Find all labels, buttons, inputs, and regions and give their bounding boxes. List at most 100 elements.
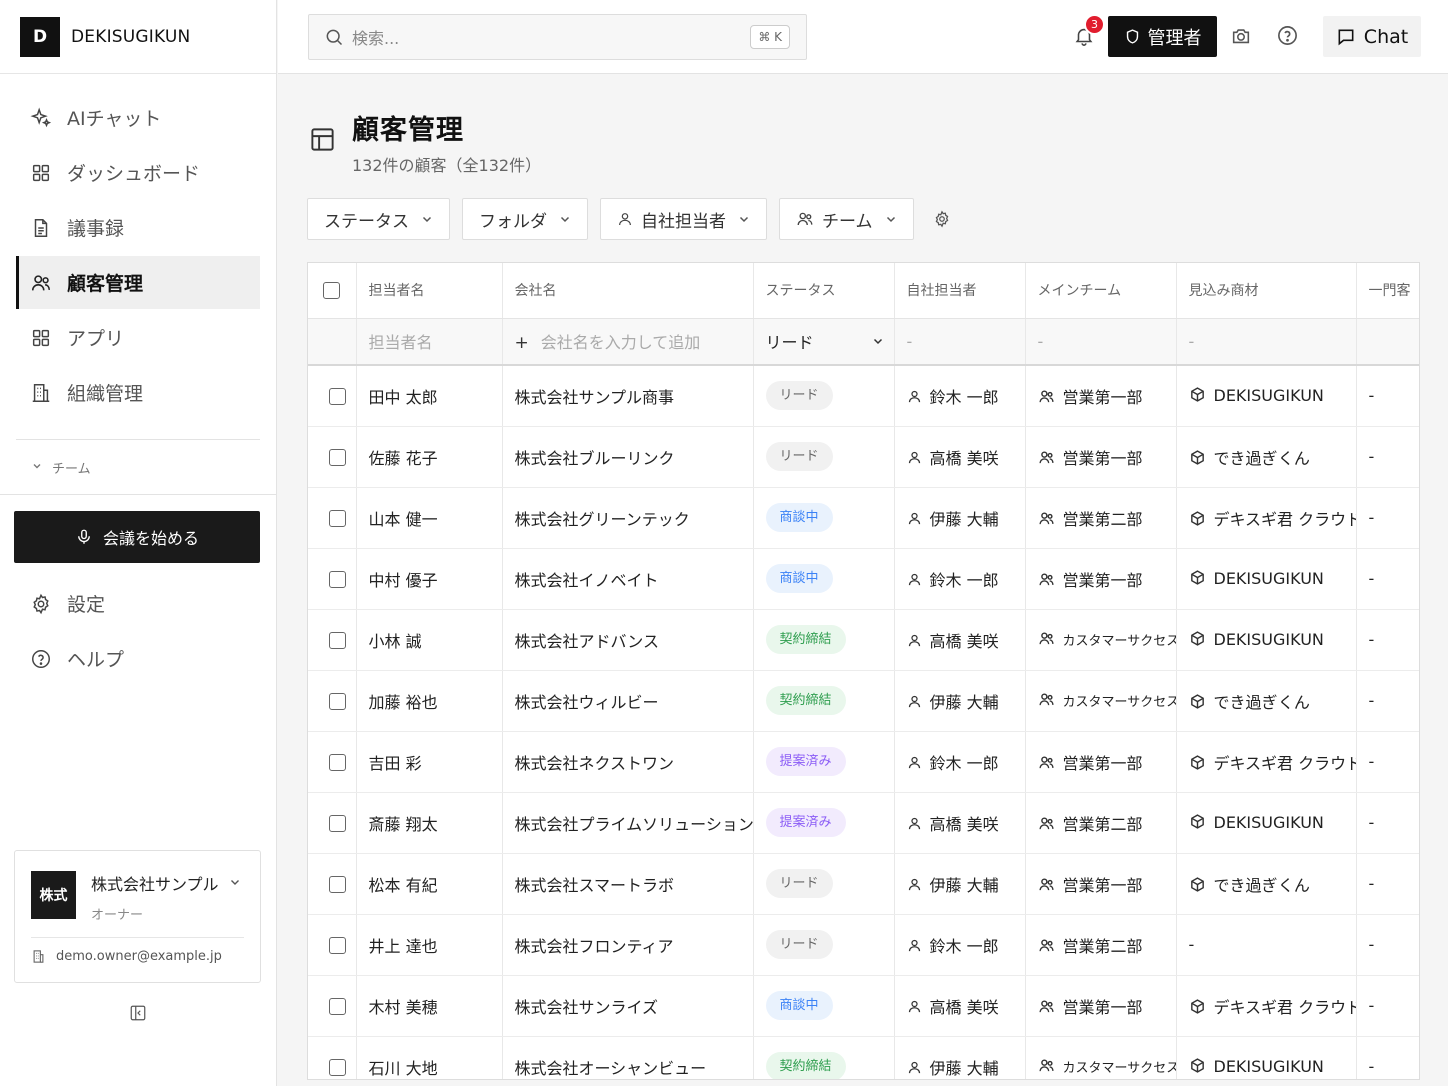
name-input[interactable]: 担当者名: [356, 318, 503, 366]
sidebar-item-help[interactable]: ヘルプ: [16, 632, 260, 685]
column-header-status[interactable]: ステータス: [753, 263, 895, 319]
help-button[interactable]: [1276, 24, 1299, 47]
sidebar-item-minutes[interactable]: 議事録: [16, 201, 260, 254]
column-header-product[interactable]: 見込み商材: [1176, 263, 1357, 319]
company-cell[interactable]: 株式会社ウィルビー: [502, 670, 754, 732]
name-cell[interactable]: 松本 有紀: [356, 853, 503, 915]
company-cell[interactable]: 株式会社プライムソリューション: [502, 792, 754, 854]
name-cell[interactable]: 吉田 彩: [356, 731, 503, 793]
users-icon: [1038, 998, 1055, 1015]
name-cell[interactable]: 田中 太郎: [356, 365, 503, 427]
status-badge[interactable]: リード: [765, 381, 833, 411]
sidebar-item-apps[interactable]: アプリ: [16, 311, 260, 364]
name-cell[interactable]: 小林 誠: [356, 609, 503, 671]
table-row[interactable]: 石川 大地 株式会社オーシャンビュー 契約締結 伊藤 大輔 カスタマーサクセス DEKIS…: [308, 1036, 1419, 1079]
organization-switcher[interactable]: 株式 株式会社サンプル オーナー demo.owner@example.jp: [14, 850, 261, 983]
table-row[interactable]: 佐藤 花子 株式会社ブルーリンク リード 高橋 美咲 営業第一部 でき過ぎくん -: [308, 426, 1419, 488]
row-checkbox[interactable]: [329, 632, 347, 649]
sidebar-item-dashboard[interactable]: ダッシュボード: [16, 146, 260, 199]
admin-button[interactable]: 管理者: [1108, 16, 1217, 57]
column-header-name[interactable]: 担当者名: [356, 263, 503, 319]
chat-button[interactable]: Chat: [1323, 16, 1421, 57]
row-checkbox[interactable]: [329, 510, 347, 527]
column-settings-button[interactable]: [933, 210, 951, 228]
name-cell[interactable]: 斎藤 翔太: [356, 792, 503, 854]
row-checkbox[interactable]: [329, 998, 347, 1015]
team-section-toggle[interactable]: チーム: [0, 440, 276, 495]
company-cell[interactable]: 株式会社オーシャンビュー: [502, 1036, 754, 1079]
status-badge[interactable]: 提案済み: [765, 808, 846, 837]
product-select[interactable]: -: [1176, 318, 1357, 366]
table-row[interactable]: 小林 誠株式会社アドバンス 契約締結 高橋 美咲 カスタマーサクセス DEKISUGIK…: [308, 609, 1419, 671]
row-checkbox[interactable]: [329, 937, 347, 954]
users-icon: [1038, 630, 1055, 647]
table-row[interactable]: 木村 美穂 株式会社サンライズ 商談中 高橋 美咲 営業第一部 デキスギ君 クラウド -: [308, 975, 1419, 1037]
column-header-extra[interactable]: 一門客: [1356, 263, 1419, 319]
status-badge[interactable]: 提案済み: [765, 747, 846, 776]
table-row[interactable]: 田中 太郎 株式会社サンプル商事 リード 鈴木 一郎 営業第一部 DEKISUGIKUN -: [308, 365, 1419, 427]
status-filter[interactable]: ステータス: [307, 198, 450, 240]
table-row[interactable]: 山本 健一 株式会社グリーンテック 商談中 伊藤 大輔 営業第二部 デキスギ君 クラウド -: [308, 487, 1419, 549]
start-meeting-button[interactable]: 会議を始める: [14, 511, 260, 563]
company-cell[interactable]: 株式会社アドバンス: [502, 609, 754, 671]
table-row[interactable]: 吉田 彩株式会社ネクストワン 提案済み 鈴木 一郎 営業第一部 デキスギ君 クラウド -: [308, 731, 1419, 793]
owner-select[interactable]: -: [894, 318, 1026, 366]
status-badge[interactable]: 契約締結: [765, 625, 846, 654]
name-cell[interactable]: 木村 美穂: [356, 975, 503, 1037]
company-cell[interactable]: 株式会社スマートラボ: [502, 853, 754, 915]
sidebar-item-settings[interactable]: 設定: [16, 577, 260, 630]
team-filter[interactable]: チーム: [779, 198, 914, 240]
name-cell[interactable]: 石川 大地: [356, 1036, 503, 1079]
company-cell[interactable]: 株式会社フロンティア: [502, 914, 754, 976]
folder-filter[interactable]: フォルダ: [462, 198, 588, 240]
status-badge[interactable]: リード: [765, 930, 833, 959]
status-badge[interactable]: 商談中: [765, 503, 833, 532]
status-badge[interactable]: 契約締結: [765, 1052, 846, 1079]
company-cell[interactable]: 株式会社イノベイト: [502, 548, 754, 610]
row-checkbox[interactable]: [329, 449, 347, 466]
status-select[interactable]: リード: [753, 318, 895, 366]
company-input[interactable]: + 会社名を入力して追加: [502, 318, 754, 366]
company-cell[interactable]: 株式会社サンプル商事: [502, 365, 754, 427]
name-cell[interactable]: 加藤 裕也: [356, 670, 503, 732]
status-badge[interactable]: リード: [765, 442, 833, 471]
company-cell[interactable]: 株式会社ネクストワン: [502, 731, 754, 793]
sidebar-item-customers[interactable]: 顧客管理: [16, 256, 260, 309]
row-checkbox[interactable]: [329, 754, 347, 771]
owner-filter[interactable]: 自社担当者: [600, 198, 767, 240]
quick-add-row: 担当者名 + 会社名を入力して追加 リード - - -: [308, 318, 1419, 366]
name-cell[interactable]: 井上 達也: [356, 914, 503, 976]
table-row[interactable]: 松本 有紀 株式会社スマートラボ リード 伊藤 大輔 営業第一部 でき過ぎくん -: [308, 853, 1419, 915]
row-checkbox[interactable]: [329, 815, 347, 832]
row-checkbox[interactable]: [329, 388, 347, 406]
status-badge[interactable]: 商談中: [765, 991, 833, 1020]
name-cell[interactable]: 中村 優子: [356, 548, 503, 610]
row-checkbox[interactable]: [329, 876, 347, 893]
table-row[interactable]: 斎藤 翔太 株式会社プライムソリューション 提案済み 高橋 美咲 営業第二部 DEKISU…: [308, 792, 1419, 854]
sidebar-item-ai-chat[interactable]: AIチャット: [16, 91, 260, 144]
table-row[interactable]: 加藤 裕也 株式会社ウィルビー 契約締結 伊藤 大輔 カスタマーサクセス でき過ぎくん -: [308, 670, 1419, 732]
brand[interactable]: D DEKISUGIKUN: [0, 0, 276, 74]
company-cell[interactable]: 株式会社サンライズ: [502, 975, 754, 1037]
company-cell[interactable]: 株式会社グリーンテック: [502, 487, 754, 549]
select-all-checkbox[interactable]: [323, 281, 341, 299]
company-cell[interactable]: 株式会社ブルーリンク: [502, 426, 754, 488]
status-badge[interactable]: 商談中: [765, 564, 833, 593]
camera-button[interactable]: [1230, 25, 1252, 47]
search-input[interactable]: 検索... ⌘ K: [308, 14, 807, 60]
column-header-team[interactable]: メインチーム: [1025, 263, 1177, 319]
status-badge[interactable]: 契約締結: [765, 686, 846, 715]
column-header-owner[interactable]: 自社担当者: [894, 263, 1026, 319]
team-select[interactable]: -: [1025, 318, 1177, 366]
table-row[interactable]: 井上 達也 株式会社フロンティア リード 鈴木 一郎 営業第二部 - -: [308, 914, 1419, 976]
sidebar-item-organization[interactable]: 組織管理: [16, 366, 260, 419]
name-cell[interactable]: 佐藤 花子: [356, 426, 503, 488]
row-checkbox[interactable]: [329, 571, 347, 588]
row-checkbox[interactable]: [329, 1059, 347, 1076]
name-cell[interactable]: 山本 健一: [356, 487, 503, 549]
row-checkbox[interactable]: [329, 693, 347, 710]
table-row[interactable]: 中村 優子 株式会社イノベイト 商談中 鈴木 一郎 営業第一部 DEKISUGIKUN -: [308, 548, 1419, 610]
column-header-company[interactable]: 会社名: [502, 263, 754, 319]
status-badge[interactable]: リード: [765, 869, 833, 898]
sidebar-collapse-button[interactable]: [128, 1003, 148, 1023]
